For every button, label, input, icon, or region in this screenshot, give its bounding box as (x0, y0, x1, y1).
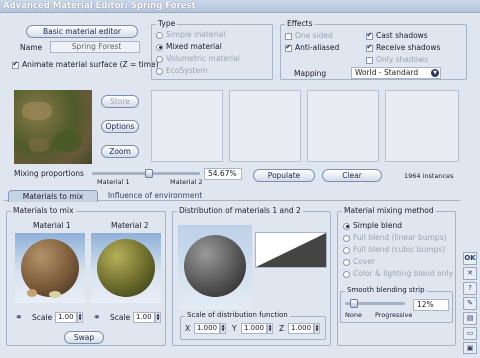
instance-preview-1[interactable] (151, 90, 223, 162)
material1-label: Material 1 (33, 221, 71, 230)
scale2-label: Scale (110, 313, 131, 322)
tab-influence-of-environment[interactable]: Influence of environment (100, 190, 210, 202)
link-icon[interactable]: ⚭ (15, 313, 23, 323)
cast-shadows-checkbox[interactable]: Cast shadows (366, 31, 428, 40)
z-scale-input[interactable]: 1.000 (288, 323, 314, 334)
distribution-panel-title: Distribution of materials 1 and 2 (177, 206, 303, 215)
x-scale-spinner[interactable]: ▲ ▼ (220, 323, 226, 334)
scale2-spinner[interactable]: ▲ ▼ (155, 312, 161, 323)
material1-slider-label: Material 1 (97, 178, 130, 186)
type-ecosystem[interactable]: EcoSystem (156, 66, 207, 75)
receive-shadows-checkbox[interactable]: Receive shadows (366, 43, 440, 52)
clear-button[interactable]: Clear (322, 169, 382, 182)
mapping-select[interactable]: World - Standard ▼ (351, 67, 441, 79)
instance-preview-3[interactable] (307, 90, 379, 162)
store-button[interactable]: Store (101, 95, 139, 108)
name-field[interactable]: Spring Forest (50, 41, 140, 53)
instance-preview-2[interactable] (229, 90, 301, 162)
effects-group-title: Effects (285, 19, 315, 28)
folder-icon[interactable]: ▭ (463, 327, 477, 340)
animate-checkbox-row[interactable]: Animate material surface (Z = time) (12, 60, 159, 69)
name-label: Name (20, 43, 43, 52)
y-label: Y (232, 324, 237, 333)
method-full-blend-linear[interactable]: Full blend (linear bumps) (343, 233, 447, 242)
smooth-blending-title: Smooth blending strip (345, 286, 427, 294)
type-group-title: Type (156, 19, 178, 28)
material1-preview[interactable] (15, 233, 85, 303)
cancel-button[interactable]: ✕ (463, 267, 477, 280)
material2-preview[interactable] (91, 233, 161, 303)
material-editor-window: Advanced Material Editor: Spring Forest … (0, 0, 480, 358)
type-volumetric-material[interactable]: Volumetric material (156, 54, 240, 63)
help-button[interactable]: ? (463, 282, 477, 295)
scale1-input[interactable]: 1.00 (55, 312, 77, 323)
document-icon[interactable]: ▤ (463, 312, 477, 325)
mixing-slider-thumb[interactable] (145, 169, 153, 178)
type-mixed-material[interactable]: Mixed material (156, 42, 222, 51)
scale1-label: Scale (32, 313, 53, 322)
animate-checkbox[interactable] (12, 60, 19, 69)
swap-button[interactable]: Swap (64, 331, 104, 344)
window-title: Advanced Material Editor: Spring Forest (3, 1, 196, 11)
mixing-proportions-label: Mixing proportions (14, 169, 84, 178)
method-cover[interactable]: Cover (343, 257, 375, 266)
script-icon[interactable]: ✎ (463, 297, 477, 310)
tab-materials-to-mix[interactable]: Materials to mix (8, 190, 98, 202)
options-button[interactable]: Options (101, 120, 139, 133)
material2-label: Material 2 (111, 221, 149, 230)
ok-button[interactable]: OK (463, 252, 477, 265)
distribution-preview[interactable] (178, 225, 252, 309)
title-bar: Advanced Material Editor: Spring Forest (0, 0, 480, 13)
zoom-button[interactable]: Zoom (101, 145, 139, 158)
x-scale-input[interactable]: 1.000 (194, 323, 220, 334)
save-icon[interactable]: ▣ (463, 342, 477, 354)
y-scale-spinner[interactable]: ▲ ▼ (267, 323, 273, 334)
distribution-curve-graph (256, 233, 326, 267)
scale1-spinner[interactable]: ▲ ▼ (77, 312, 83, 323)
animate-label: Animate material surface (Z = time) (22, 60, 159, 69)
only-shadows-checkbox[interactable]: Only shadows (366, 55, 428, 64)
method-color-lighting[interactable]: Color & lighting blend only (343, 269, 453, 278)
chevron-down-icon[interactable]: ▼ (431, 69, 439, 77)
y-scale-input[interactable]: 1.000 (241, 323, 267, 334)
material-thumbnail (14, 90, 92, 164)
instance-preview-4[interactable] (385, 90, 459, 162)
mixing-method-panel: Material mixing method (337, 206, 456, 346)
material2-slider-label: Material 2 (170, 178, 203, 186)
method-simple-blend[interactable]: Simple blend (343, 221, 402, 230)
smooth-blending-value[interactable]: 12% (413, 299, 449, 311)
mixing-value-field[interactable]: 54.67% (204, 168, 242, 180)
smooth-blending-thumb[interactable] (350, 299, 358, 308)
materials-panel-title: Materials to mix (11, 206, 76, 215)
z-scale-spinner[interactable]: ▲ ▼ (314, 323, 320, 334)
x-label: X (185, 324, 191, 333)
smooth-blending-none: None (345, 311, 362, 319)
link-icon[interactable]: ⚭ (93, 313, 101, 323)
type-simple-material[interactable]: Simple material (156, 30, 225, 39)
one-sided-checkbox[interactable]: One sided (285, 31, 333, 40)
smooth-blending-progressive: Progressive (375, 311, 413, 319)
method-full-blend-cubic[interactable]: Full blend (cubic bumps) (343, 245, 445, 254)
z-label: Z (279, 324, 285, 333)
distribution-scale-title: Scale of distribution function (185, 311, 290, 319)
mapping-label: Mapping (294, 69, 327, 78)
anti-aliased-checkbox[interactable]: Anti-aliased (285, 43, 339, 52)
basic-material-editor-button[interactable]: Basic material editor (26, 25, 138, 38)
mixing-method-title: Material mixing method (342, 206, 436, 215)
distribution-curve[interactable] (255, 232, 327, 268)
scale2-input[interactable]: 1.00 (133, 312, 155, 323)
instances-count: 1964 instances (404, 172, 454, 180)
populate-button[interactable]: Populate (253, 169, 315, 182)
